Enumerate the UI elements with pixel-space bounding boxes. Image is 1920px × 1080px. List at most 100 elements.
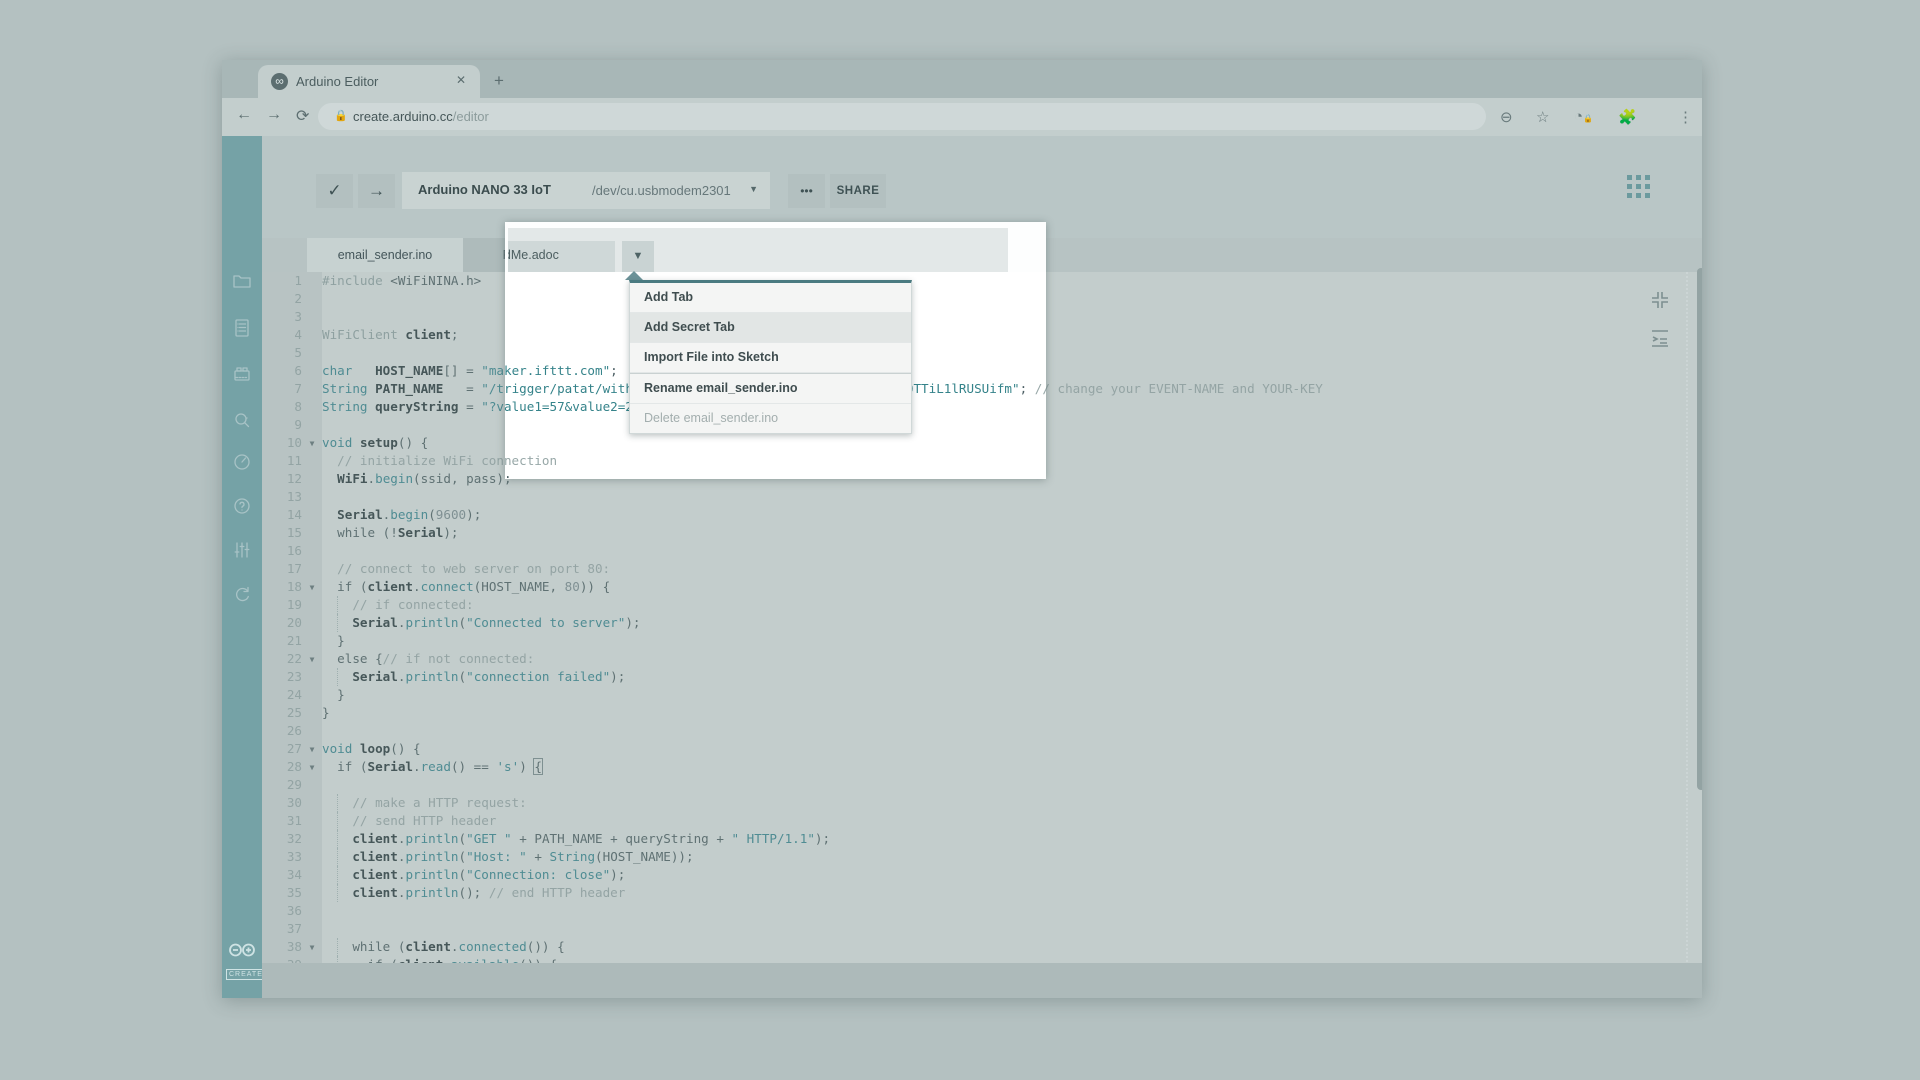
fold-gutter [302, 849, 322, 867]
fold-gutter [302, 795, 322, 813]
verify-button[interactable]: ✓ [316, 174, 353, 208]
code-line-12[interactable]: 12 WiFi.begin(ssid, pass); [505, 470, 1046, 479]
code-line-35[interactable]: 35 client.println(); // end HTTP header [262, 884, 1702, 902]
fold-gutter [302, 813, 322, 831]
examples-list-icon[interactable] [232, 318, 252, 338]
code-line-21[interactable]: 21 } [262, 632, 1702, 650]
code-line-32[interactable]: 32 client.println("GET " + PATH_NAME + q… [262, 830, 1702, 848]
privacy-badge-icon[interactable]: ◔🔒 [1574, 108, 1593, 125]
sketchbook-folder-icon[interactable] [232, 270, 252, 290]
new-tab-button[interactable]: + [494, 71, 504, 91]
console-log-icon[interactable] [1650, 328, 1672, 350]
fold-gutter [302, 399, 322, 417]
code-line-13[interactable]: 13 [262, 488, 1702, 506]
code-line-26[interactable]: 26 [262, 722, 1702, 740]
apps-grid-icon[interactable] [1627, 175, 1650, 198]
gauge-icon[interactable] [232, 452, 252, 472]
code-line-14[interactable]: 14 Serial.begin(9600); [262, 506, 1702, 524]
menu-item-add-tab[interactable]: Add Tab [630, 283, 911, 313]
code-line-36[interactable]: 36 [262, 902, 1702, 920]
zoom-out-icon[interactable]: ⊖ [1500, 108, 1513, 126]
code-line-33[interactable]: 33 client.println("Host: " + String(HOST… [262, 848, 1702, 866]
fold-gutter [302, 381, 322, 399]
help-icon[interactable] [232, 496, 252, 516]
code-line-34[interactable]: 34 client.println("Connection: close"); [262, 866, 1702, 884]
fold-gutter [302, 489, 322, 507]
libraries-board-icon[interactable] [232, 364, 252, 384]
chevron-down-icon: ▼ [749, 184, 758, 194]
close-tab-icon[interactable]: ✕ [456, 73, 466, 87]
menu-item-add-secret-tab[interactable]: Add Secret Tab [630, 313, 911, 343]
forward-icon[interactable]: → [266, 106, 282, 124]
lock-icon: 🔒 [334, 109, 348, 122]
code-line-22[interactable]: 22▼ else {// if not connected: [262, 650, 1702, 668]
code-line-29[interactable]: 29 [262, 776, 1702, 794]
fold-arrow-icon[interactable]: ▼ [302, 651, 322, 669]
tab-options-spotlight: ReadMe.adoc ▼ 1 #include <WiFiNINA.h>2 3… [505, 222, 1046, 479]
editor-scrollbar[interactable] [1697, 268, 1702, 790]
code-line-10[interactable]: 10▼void setup() { [505, 434, 1046, 452]
code-line-38[interactable]: 38▼ while (client.connected()) { [262, 938, 1702, 956]
fold-gutter [302, 615, 322, 633]
fold-gutter [302, 309, 322, 327]
browser-menu-dots-icon[interactable]: ⋮ [1678, 108, 1693, 126]
fold-arrow-icon[interactable]: ▼ [302, 579, 322, 597]
reload-icon[interactable]: ⟳ [296, 106, 309, 126]
upload-button[interactable]: → [358, 174, 395, 208]
menu-item-import-file-into-sketch[interactable]: Import File into Sketch [630, 343, 911, 373]
board-selector[interactable]: Arduino NANO 33 IoT /dev/cu.usbmodem2301… [402, 172, 770, 209]
spotlight-tab-strip: ReadMe.adoc ▼ [508, 228, 1008, 272]
fold-gutter [302, 597, 322, 615]
url-bar[interactable]: 🔒 create.arduino.cc/editor [318, 103, 1486, 130]
more-options-button[interactable]: ••• [788, 174, 825, 208]
arduino-create-logo[interactable]: CREATE [226, 942, 258, 981]
code-line-19[interactable]: 19 // if connected: [262, 596, 1702, 614]
code-line-20[interactable]: 20 Serial.println("Connected to server")… [262, 614, 1702, 632]
fold-arrow-icon[interactable]: ▼ [302, 939, 322, 957]
code-line-15[interactable]: 15 while (!Serial); [262, 524, 1702, 542]
sketch-tab-email_sender-ino[interactable]: email_sender.ino [307, 238, 463, 272]
editor-right-separator [1686, 272, 1688, 962]
code-line-17[interactable]: 17 // connect to web server on port 80: [262, 560, 1702, 578]
share-button[interactable]: SHARE [830, 174, 886, 208]
preferences-sliders-icon[interactable] [232, 540, 252, 560]
bookmark-star-icon[interactable]: ☆ [1536, 108, 1549, 126]
browser-tabstrip: ∞ Arduino Editor ✕ + [222, 60, 1702, 98]
console-bar[interactable] [262, 963, 1702, 998]
code-line-24[interactable]: 24 } [262, 686, 1702, 704]
fold-gutter [302, 921, 322, 939]
code-line-37[interactable]: 37 [262, 920, 1702, 938]
tab-readme-fragment[interactable]: ReadMe.adoc [508, 241, 615, 272]
fold-gutter [302, 867, 322, 885]
fold-gutter [302, 831, 322, 849]
browser-tab-arduino-editor[interactable]: ∞ Arduino Editor ✕ [258, 65, 480, 98]
code-line-27[interactable]: 27▼void loop() { [262, 740, 1702, 758]
fold-gutter [302, 687, 322, 705]
screen: ∞ Arduino Editor ✕ + ← → ⟳ 🔒 create.ardu… [0, 0, 1920, 1080]
fold-arrow-icon[interactable]: ▼ [302, 759, 322, 777]
fold-arrow-icon[interactable]: ▼ [302, 435, 322, 453]
code-line-30[interactable]: 30 // make a HTTP request: [262, 794, 1702, 812]
back-icon[interactable]: ← [236, 106, 252, 124]
menu-item-rename-email_sender-ino[interactable]: Rename email_sender.ino [630, 373, 911, 404]
code-line-18[interactable]: 18▼ if (client.connect(HOST_NAME, 80)) { [262, 578, 1702, 596]
sync-icon[interactable] [232, 584, 252, 604]
board-name: Arduino NANO 33 IoT [418, 182, 551, 197]
code-line-28[interactable]: 28▼ if (Serial.read() == 's') { [262, 758, 1702, 776]
extensions-puzzle-icon[interactable]: 🧩 [1618, 108, 1637, 126]
code-line-16[interactable]: 16 [262, 542, 1702, 560]
app-sidebar: CREATE [222, 136, 262, 998]
arduino-favicon: ∞ [271, 73, 288, 90]
code-line-23[interactable]: 23 Serial.println("connection failed"); [262, 668, 1702, 686]
code-line-31[interactable]: 31 // send HTTP header [262, 812, 1702, 830]
monitor-search-icon[interactable] [232, 410, 252, 430]
tab-options-menu: Add TabAdd Secret TabImport File into Sk… [629, 280, 912, 434]
fold-gutter [302, 903, 322, 921]
fold-gutter [302, 669, 322, 687]
fold-gutter [302, 327, 322, 345]
tab-options-dropdown-button[interactable]: ▼ [622, 241, 654, 272]
collapse-fullscreen-icon[interactable] [1650, 290, 1672, 312]
code-line-11[interactable]: 11 // initialize WiFi connection [505, 452, 1046, 470]
fold-arrow-icon[interactable]: ▼ [302, 741, 322, 759]
code-line-25[interactable]: 25 } [262, 704, 1702, 722]
